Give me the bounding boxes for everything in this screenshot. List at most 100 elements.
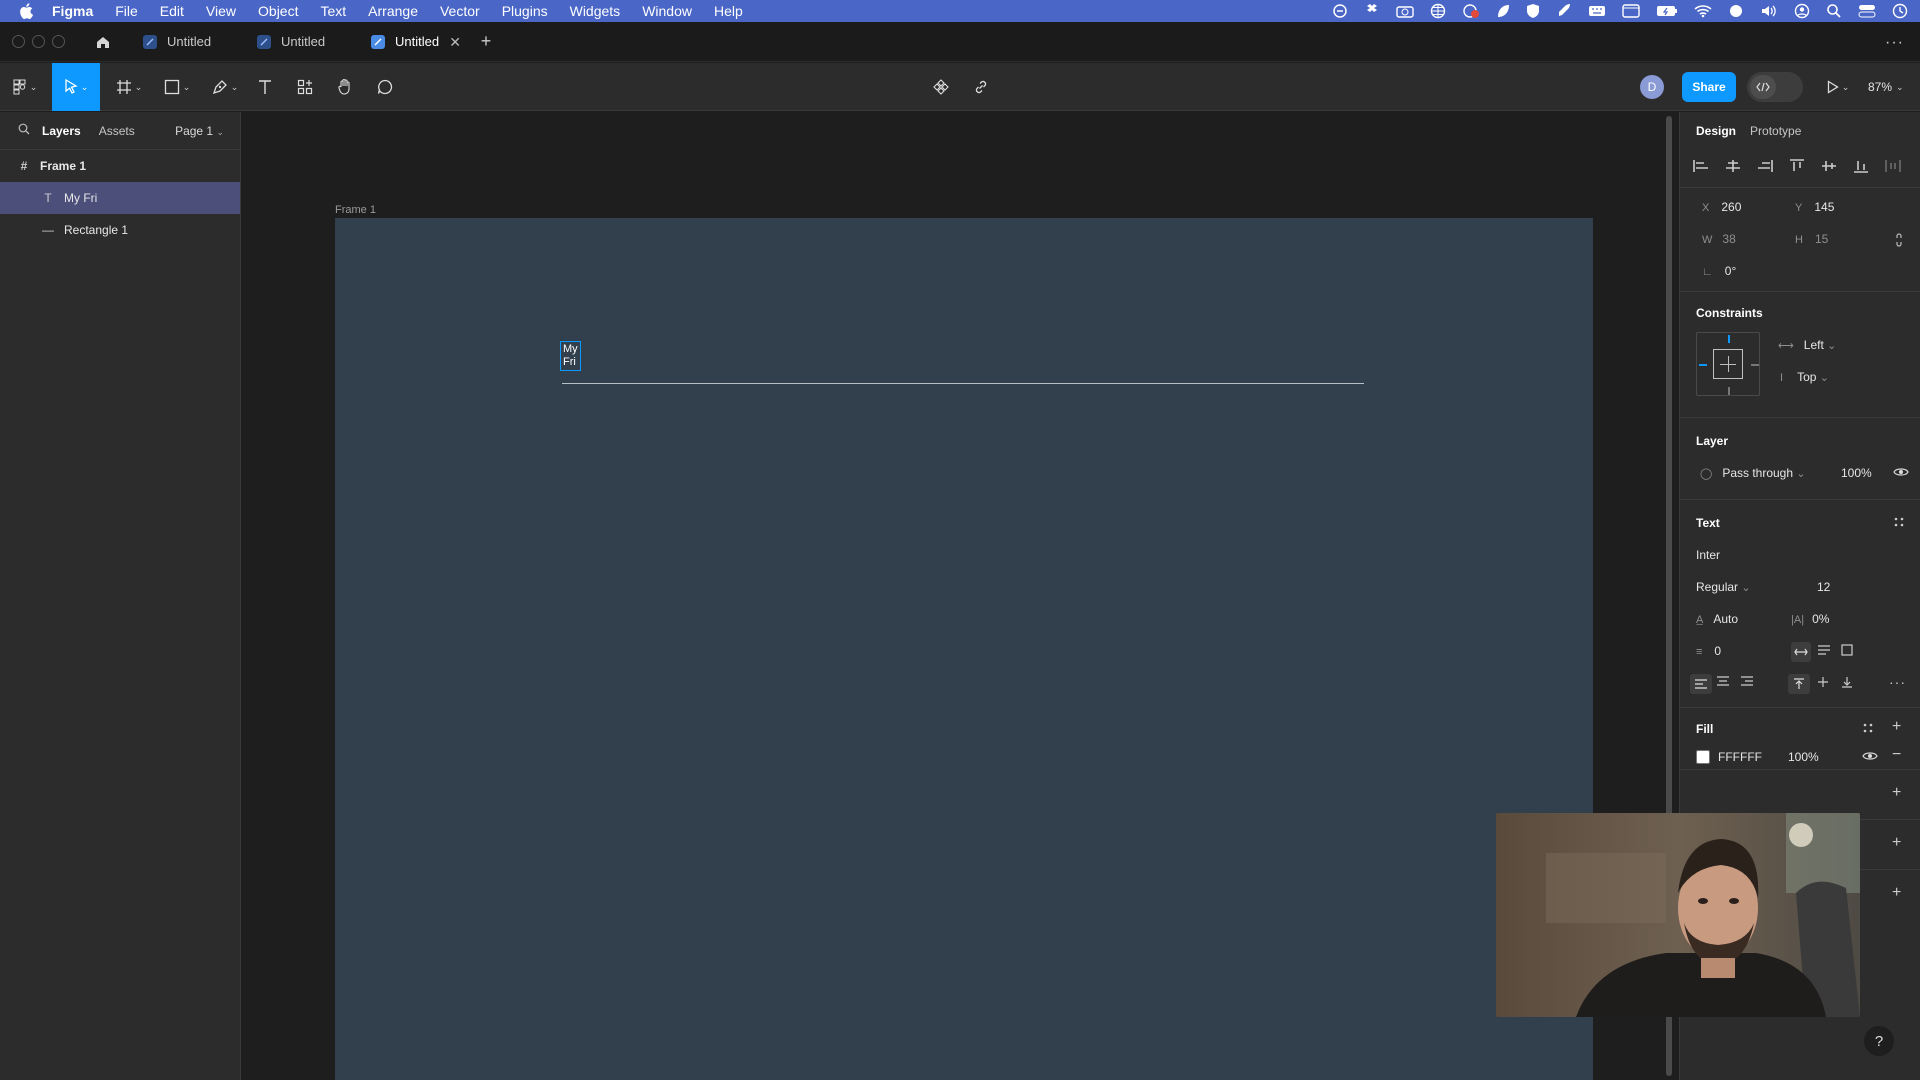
present-button[interactable]: ⌄ bbox=[1818, 63, 1858, 111]
tab-design[interactable]: Design bbox=[1696, 124, 1736, 138]
align-left-icon[interactable] bbox=[1692, 159, 1710, 173]
distribute-icon[interactable] bbox=[1884, 159, 1902, 173]
font-size-field[interactable]: 12 bbox=[1817, 580, 1830, 594]
pen-tool-button[interactable]: ⌄ bbox=[206, 63, 244, 111]
rectangle-1-line[interactable] bbox=[562, 383, 1364, 384]
align-center-v-icon[interactable] bbox=[1820, 159, 1838, 173]
search-icon[interactable] bbox=[18, 123, 30, 138]
dropbox-icon[interactable] bbox=[1364, 3, 1380, 19]
dev-mode-toggle[interactable] bbox=[1747, 72, 1803, 102]
file-tab-1[interactable]: Untitled bbox=[129, 22, 243, 62]
clock-icon[interactable] bbox=[1892, 3, 1908, 19]
text-align-center-icon[interactable] bbox=[1716, 676, 1730, 686]
menu-edit[interactable]: Edit bbox=[160, 3, 184, 19]
home-button[interactable] bbox=[85, 22, 121, 62]
menu-object[interactable]: Object bbox=[258, 3, 298, 19]
layer-frame-1[interactable]: # Frame 1 bbox=[0, 150, 240, 182]
main-menu-button[interactable]: ⌄ bbox=[8, 63, 42, 111]
rocket-icon[interactable] bbox=[1556, 3, 1572, 19]
menu-vector[interactable]: Vector bbox=[440, 3, 480, 19]
new-tab-button[interactable]: + bbox=[471, 22, 501, 62]
close-tab-icon[interactable]: ✕ bbox=[449, 34, 461, 51]
vertical-constraint-dropdown[interactable]: I Top ⌄ bbox=[1780, 370, 1829, 384]
text-align-right-icon[interactable] bbox=[1740, 676, 1754, 686]
fill-opacity-value[interactable]: 100% bbox=[1788, 750, 1819, 764]
menu-file[interactable]: File bbox=[115, 3, 138, 19]
share-button[interactable]: Share bbox=[1682, 72, 1736, 102]
frame-1[interactable] bbox=[335, 218, 1593, 1080]
font-family-dropdown[interactable]: Inter bbox=[1696, 548, 1720, 562]
resources-tool-button[interactable] bbox=[290, 63, 320, 111]
camera-icon[interactable] bbox=[1396, 4, 1414, 18]
auto-height-icon[interactable] bbox=[1817, 644, 1831, 656]
h-field[interactable]: H 15 bbox=[1795, 232, 1828, 246]
fill-color-swatch[interactable] bbox=[1696, 750, 1710, 764]
control-center-icon[interactable] bbox=[1858, 4, 1876, 18]
move-tool-button[interactable]: ⌄ bbox=[52, 63, 100, 111]
fill-styles-icon[interactable] bbox=[1862, 722, 1874, 734]
fixed-size-icon[interactable] bbox=[1841, 644, 1853, 656]
constraint-bottom-indicator[interactable] bbox=[1728, 387, 1730, 395]
rotation-field[interactable]: ∟ 0° bbox=[1702, 264, 1736, 278]
add-export-icon[interactable]: + bbox=[1892, 884, 1901, 902]
user-avatar[interactable]: D bbox=[1640, 75, 1664, 99]
align-right-icon[interactable] bbox=[1756, 159, 1774, 173]
keyboard-icon[interactable] bbox=[1588, 4, 1606, 18]
link-button[interactable] bbox=[966, 63, 996, 111]
design-canvas[interactable]: Frame 1 My Fri bbox=[242, 112, 1678, 1080]
menu-arrange[interactable]: Arrange bbox=[368, 3, 418, 19]
auto-width-icon[interactable] bbox=[1791, 642, 1811, 662]
help-button[interactable]: ? bbox=[1864, 1026, 1894, 1056]
menu-text[interactable]: Text bbox=[320, 3, 346, 19]
layer-opacity-value[interactable]: 100% bbox=[1841, 466, 1872, 480]
add-effect-icon[interactable]: + bbox=[1892, 834, 1901, 852]
shield-icon[interactable] bbox=[1526, 3, 1540, 19]
tab-prototype[interactable]: Prototype bbox=[1750, 124, 1801, 138]
selected-text-node[interactable]: My Fri bbox=[560, 341, 581, 371]
menu-help[interactable]: Help bbox=[714, 3, 743, 19]
menu-widgets[interactable]: Widgets bbox=[570, 3, 621, 19]
menu-window[interactable]: Window bbox=[642, 3, 692, 19]
comment-tool-button[interactable] bbox=[370, 63, 400, 111]
zoom-window-button[interactable] bbox=[52, 35, 65, 48]
window-icon[interactable] bbox=[1622, 4, 1640, 18]
fill-color-row[interactable]: FFFFFF bbox=[1696, 750, 1762, 764]
frame-tool-button[interactable]: ⌄ bbox=[110, 63, 148, 111]
letter-spacing-field[interactable]: |A| 0% bbox=[1791, 612, 1829, 626]
close-window-button[interactable] bbox=[12, 35, 25, 48]
line-height-field[interactable]: A̲ Auto bbox=[1696, 612, 1738, 626]
align-bottom-icon[interactable] bbox=[1852, 159, 1870, 173]
blend-mode-dropdown[interactable]: ◯ Pass through ⌄ bbox=[1700, 466, 1806, 480]
more-text-options-icon[interactable]: ··· bbox=[1889, 674, 1906, 690]
tab-layers[interactable]: Layers bbox=[42, 124, 81, 138]
w-field[interactable]: W 38 bbox=[1702, 232, 1736, 246]
component-button[interactable] bbox=[926, 63, 956, 111]
volume-icon[interactable] bbox=[1760, 4, 1778, 18]
vertical-align-bottom-icon[interactable] bbox=[1841, 676, 1853, 688]
menu-view[interactable]: View bbox=[206, 3, 236, 19]
y-field[interactable]: Y 145 bbox=[1795, 200, 1834, 214]
constraint-right-indicator[interactable] bbox=[1751, 364, 1759, 366]
constraint-top-indicator[interactable] bbox=[1728, 335, 1730, 343]
file-tab-3-active[interactable]: Untitled ✕ bbox=[357, 22, 471, 62]
text-tool-button[interactable] bbox=[250, 63, 280, 111]
add-stroke-icon[interactable]: + bbox=[1892, 784, 1901, 802]
vertical-align-middle-icon[interactable] bbox=[1817, 676, 1829, 688]
hand-tool-button[interactable] bbox=[330, 63, 360, 111]
constrain-proportions-icon[interactable] bbox=[1894, 232, 1904, 248]
frame-label[interactable]: Frame 1 bbox=[335, 204, 376, 216]
align-center-h-icon[interactable] bbox=[1724, 159, 1742, 173]
user-icon[interactable] bbox=[1794, 3, 1810, 19]
battery-icon[interactable] bbox=[1656, 5, 1678, 17]
apple-icon[interactable] bbox=[18, 3, 34, 19]
leaf-icon[interactable] bbox=[1496, 3, 1510, 19]
eye-icon[interactable] bbox=[1893, 466, 1909, 478]
search-icon[interactable] bbox=[1826, 3, 1842, 19]
record-icon[interactable] bbox=[1462, 3, 1480, 19]
file-tab-2[interactable]: Untitled bbox=[243, 22, 357, 62]
remove-fill-icon[interactable]: − bbox=[1892, 746, 1901, 764]
sync-icon[interactable] bbox=[1332, 3, 1348, 19]
eye-icon[interactable] bbox=[1862, 750, 1878, 762]
text-align-left-icon[interactable] bbox=[1690, 674, 1712, 694]
horizontal-constraint-dropdown[interactable]: ⟷ Left ⌄ bbox=[1778, 338, 1836, 352]
